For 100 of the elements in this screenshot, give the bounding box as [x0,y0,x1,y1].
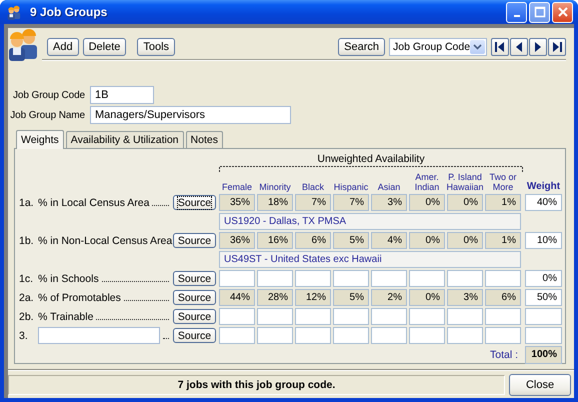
text-field[interactable]: Managers/Supervisors [90,106,291,124]
leader-line [124,300,169,301]
row-label: % in Non-Local Census Area [38,234,172,246]
table-cell: 6% [295,232,331,249]
table-cell: 3% [371,194,407,211]
input-field[interactable] [409,327,445,344]
status-text: 7 jobs with this job group code. [178,379,336,391]
toolbar-button[interactable]: Tools [137,38,176,56]
table-cell: 18% [257,194,293,211]
table-cell: 28% [257,289,293,306]
text-field[interactable] [38,327,160,344]
column-header: Amer. Indian [414,172,440,192]
input-field[interactable] [485,270,521,287]
input-field[interactable] [295,308,331,325]
row-number: 1c. [19,272,34,284]
field-label: Job Group Name [9,110,85,120]
source-button[interactable]: Source [173,233,216,248]
first-button[interactable] [491,38,509,56]
next-button[interactable] [529,38,547,56]
column-header: Hispanic [334,182,368,192]
close-button[interactable]: Close [509,374,571,396]
input-field[interactable] [257,308,293,325]
previous-button[interactable] [510,38,528,56]
input-field[interactable] [257,327,293,344]
table-cell: 0% [409,232,445,249]
row-label: % in Local Census Area [38,196,150,208]
source-button[interactable]: Source [173,328,216,343]
table-cell: 6% [485,289,521,306]
table-cell: 16% [257,232,293,249]
dropdown[interactable]: Job Group Code [389,38,487,56]
input-field[interactable] [219,308,255,325]
close-button[interactable] [552,2,573,22]
input-field[interactable] [333,270,369,287]
search-button[interactable]: Search [338,38,385,56]
input-field[interactable] [371,308,407,325]
table-cell: 1% [485,232,521,249]
leader-line [152,205,169,206]
minimize-button[interactable] [506,2,527,22]
total-label: Total : [488,348,519,363]
column-header: Two or More [488,172,518,192]
table-cell: 0% [447,232,483,249]
skip-back-icon [494,41,506,53]
input-field[interactable] [447,327,483,344]
input-field[interactable]: 50% [525,289,562,306]
toolbar-button[interactable]: Delete [82,38,126,56]
input-field[interactable] [409,270,445,287]
input-field[interactable]: 10% [525,232,562,249]
input-field[interactable]: 0% [525,270,562,287]
input-field[interactable] [447,270,483,287]
input-field[interactable]: 40% [525,194,562,211]
caret-icon [473,44,482,50]
input-field[interactable] [295,327,331,344]
toolbar-button[interactable]: Add [47,38,79,56]
column-header: Black [302,182,324,192]
input-field[interactable] [219,327,255,344]
tab[interactable]: Weights [16,130,64,149]
window-title: 9 Job Groups [30,5,108,19]
field-label: Job Group Code [12,90,85,100]
input-field[interactable] [525,327,562,344]
tab[interactable]: Notes [186,131,223,148]
table-cell: 2% [371,289,407,306]
section-title: Unweighted Availability [317,153,425,166]
input-field[interactable] [485,308,521,325]
table-cell: 7% [295,194,331,211]
row-label: % of Promotables [38,292,121,304]
text-field[interactable]: 1B [90,86,154,104]
table-cell: 3% [447,289,483,306]
input-field[interactable] [525,308,562,325]
table-cell: 4% [371,232,407,249]
leader-line [102,281,169,282]
row-number: 2b. [19,310,35,322]
maximize-button[interactable] [529,2,550,22]
column-header: Asian [378,182,400,192]
leader-line [163,338,169,339]
input-field[interactable] [409,308,445,325]
column-header: Minority [259,182,291,192]
minimize-icon [514,15,520,17]
input-field[interactable] [295,270,331,287]
total-value: 100% [525,346,562,364]
maximize-icon [532,5,546,19]
row-number: 1b. [19,234,35,246]
source-button[interactable]: Source [173,271,216,286]
tab[interactable]: Availability & Utilization [66,131,184,148]
input-field[interactable] [257,270,293,287]
last-button[interactable] [548,38,566,56]
table-cell: 44% [219,289,255,306]
source-button[interactable]: Source [173,309,216,324]
workers-icon [6,4,22,20]
table-cell: 0% [409,194,445,211]
input-field[interactable] [485,327,521,344]
input-field[interactable] [447,308,483,325]
input-field[interactable] [371,270,407,287]
table-cell: 5% [333,289,369,306]
row-number: 2a. [19,292,35,304]
input-field[interactable] [333,308,369,325]
source-button[interactable]: Source [173,290,216,305]
input-field[interactable] [333,327,369,344]
input-field[interactable] [219,270,255,287]
input-field[interactable] [371,327,407,344]
source-button[interactable]: Source [173,195,216,210]
